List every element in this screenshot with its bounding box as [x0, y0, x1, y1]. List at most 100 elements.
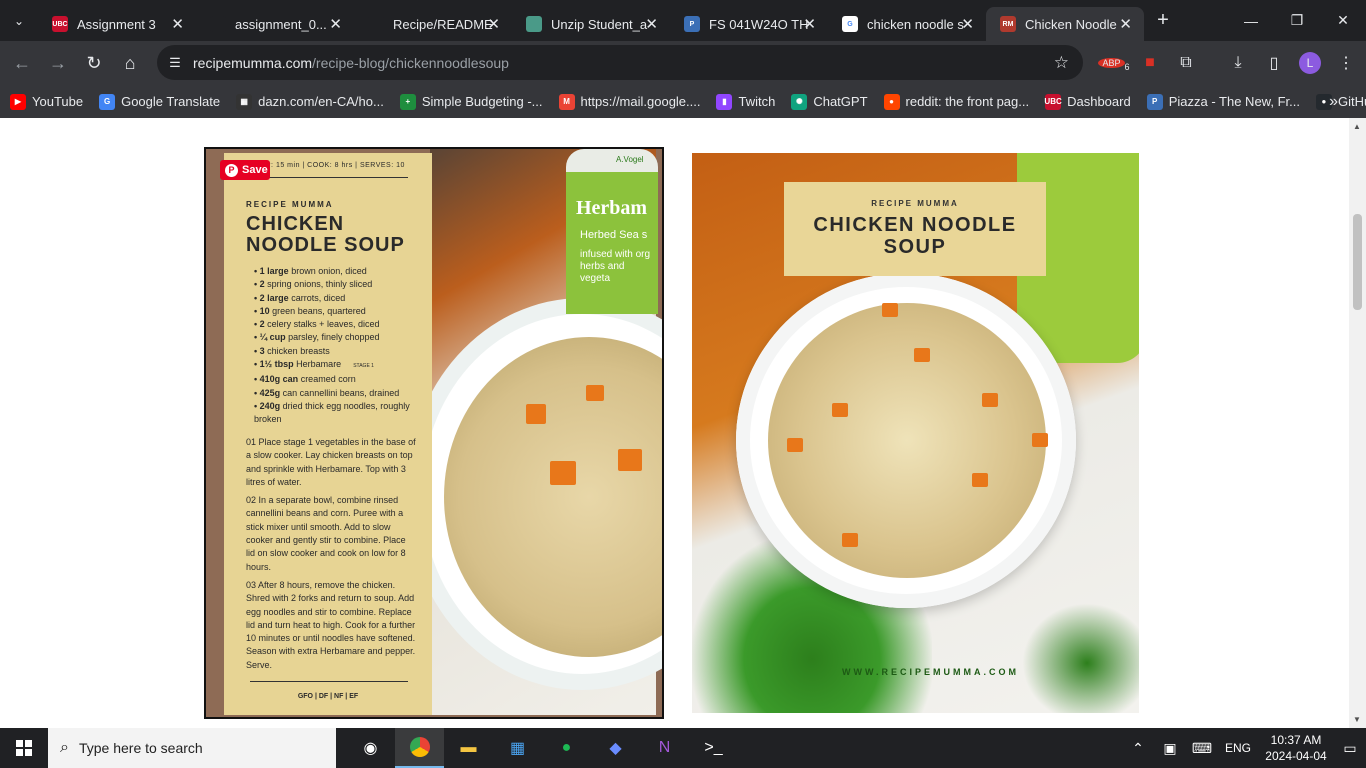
tab-close-icon[interactable]: ✕	[961, 15, 974, 33]
taskbar-search[interactable]: ⌕ Type here to search	[48, 728, 336, 768]
tab-close-icon[interactable]: ✕	[329, 15, 342, 33]
browser-tab[interactable]: assignment_0... ✕	[196, 7, 354, 41]
ingredient-item: 1½ tbsp HerbamareSTAGE 1	[254, 358, 432, 373]
windows-start-icon[interactable]	[0, 728, 48, 768]
diet-tags: GFO | DF | NF | EF	[297, 693, 359, 700]
search-placeholder: Type here to search	[78, 740, 203, 756]
pinterest-icon: P	[225, 163, 238, 177]
tab-search-chevron-icon[interactable]: ⌄	[0, 0, 38, 41]
bookmark-item[interactable]: ▦ dazn.com/en-CA/ho...	[236, 93, 384, 110]
menu-kebab-icon[interactable]: ⋮	[1328, 53, 1364, 73]
toolbar-actions: ABP 6 ■ ⧉ ⤓ ▯ L ⋮	[1096, 41, 1364, 85]
back-arrow-icon[interactable]: ←	[4, 45, 40, 81]
ingredient-item: 410g can creamed corn	[254, 373, 432, 386]
tab-title: Assignment 3	[77, 16, 156, 32]
watermark: WWW.RECIPEMUMMA.COM	[842, 667, 1019, 677]
bottle-desc: infused with org herbs and vegeta	[580, 249, 651, 284]
extensions-puzzle-icon[interactable]: ⧉	[1168, 54, 1204, 72]
hero-title-banner: RECIPE MUMMA CHICKEN NOODLE SOUP	[784, 182, 1046, 276]
camera-icon[interactable]: ▣	[1154, 740, 1186, 757]
scroll-down-icon[interactable]: ▼	[1353, 715, 1361, 724]
onenote-icon[interactable]: N	[640, 728, 689, 768]
bookmark-label: dazn.com/en-CA/ho...	[258, 94, 384, 109]
file-explorer-icon[interactable]: ▬	[444, 728, 493, 768]
soup-hero-image[interactable]: RECIPE MUMMA CHICKEN NOODLE SOUP WWW.RECI…	[692, 153, 1139, 713]
windows-taskbar: ⌕ Type here to search ◉ ▬ ▦ ● ◆ N >_ ⌃ ▣…	[0, 728, 1366, 768]
ingredient-item: 425g can cannellini beans, drained	[254, 387, 432, 400]
step-3: 03 After 8 hours, remove the chicken. Sh…	[246, 579, 416, 670]
screenshot-extension-icon[interactable]: ■	[1132, 54, 1168, 72]
new-tab-button[interactable]: +	[1144, 9, 1182, 32]
bookmark-item[interactable]: ● reddit: the front pag...	[883, 93, 1029, 110]
tab-close-icon[interactable]: ✕	[1119, 15, 1132, 33]
more-bookmarks-icon[interactable]: »	[1329, 93, 1338, 111]
bookmark-item[interactable]: UBC Dashboard	[1044, 93, 1131, 110]
restore-icon[interactable]: ❐	[1274, 0, 1320, 41]
hero-title: CHICKEN NOODLE SOUP	[813, 214, 1017, 258]
page-content: A.Vogel Herbam Herbed Sea s infused with…	[0, 118, 1349, 728]
tab-close-icon[interactable]: ✕	[171, 15, 184, 33]
bookmark-label: https://mail.google....	[580, 94, 701, 109]
keyboard-icon[interactable]: ⌨	[1186, 740, 1218, 757]
bookmark-item[interactable]: G Google Translate	[99, 93, 220, 110]
chevron-up-icon[interactable]: ⌃	[1122, 740, 1154, 757]
extension-icon[interactable]: ABP 6	[1096, 53, 1132, 73]
browser-tab[interactable]: Unzip Student_a ✕	[512, 7, 670, 41]
tab-favicon-icon: G	[842, 16, 858, 32]
scroll-thumb[interactable]	[1353, 214, 1362, 310]
bookmark-item[interactable]: ✺ ChatGPT	[791, 93, 868, 110]
minimize-icon[interactable]: —	[1228, 0, 1274, 41]
spotify-icon[interactable]: ●	[542, 728, 591, 768]
browser-tab[interactable]: P FS 041W24O TH ✕	[670, 7, 828, 41]
site-info-icon[interactable]: ☰	[157, 55, 193, 71]
clock-date: 2024-04-04	[1265, 749, 1327, 763]
bookmark-item[interactable]: + Simple Budgeting -...	[399, 93, 543, 110]
chrome-icon[interactable]	[395, 728, 444, 768]
steam-icon[interactable]: ◉	[346, 728, 395, 768]
bottle-name: Herbam	[576, 197, 648, 219]
reload-icon[interactable]: ↻	[76, 45, 112, 81]
tab-close-icon[interactable]: ✕	[645, 15, 658, 33]
tab-title: FS 041W24O TH	[709, 16, 809, 32]
close-window-icon[interactable]: ✕	[1320, 0, 1366, 41]
ingredient-item: 10 green beans, quartered	[254, 305, 432, 318]
copilot-icon[interactable]: ◆	[591, 728, 640, 768]
tab-close-icon[interactable]: ✕	[487, 15, 500, 33]
scroll-up-icon[interactable]: ▲	[1353, 122, 1361, 131]
clock[interactable]: 10:37 AM 2024-04-04	[1258, 732, 1334, 764]
browser-tab[interactable]: Gchicken noodle s ✕	[828, 7, 986, 41]
bookmark-star-icon[interactable]: ☆	[1054, 53, 1069, 73]
tab-title: Unzip Student_a	[551, 16, 648, 32]
ingredient-item: 3 chicken breasts	[254, 345, 432, 358]
browser-tab[interactable]: Recipe/README ✕	[354, 7, 512, 41]
address-bar[interactable]: ☰ recipemumma.com/recipe-blog/chickennoo…	[157, 45, 1083, 80]
terminal-icon[interactable]: >_	[689, 728, 738, 768]
tab-close-icon[interactable]: ✕	[803, 15, 816, 33]
tab-strip: ⌄ UBC Assignment 3 ✕ assignment_0... ✕ Recipe…	[0, 0, 1366, 41]
side-panel-icon[interactable]: ▯	[1256, 53, 1292, 73]
bookmark-favicon-icon: P	[1146, 93, 1163, 110]
home-icon[interactable]: ⌂	[112, 45, 148, 81]
browser-tab[interactable]: UBC Assignment 3 ✕	[38, 7, 196, 41]
language-indicator[interactable]: ENG	[1218, 741, 1258, 755]
bookmark-item[interactable]: ▶ YouTube	[10, 93, 83, 110]
notification-icon[interactable]: ▭	[1334, 740, 1366, 757]
recipe-card-image[interactable]: A.Vogel Herbam Herbed Sea s infused with…	[204, 147, 664, 719]
browser-tab[interactable]: RM Chicken Noodle ✕	[986, 7, 1144, 41]
bookmark-item[interactable]: Mhttps://mail.google....	[558, 93, 701, 110]
bookmark-item[interactable]: P Piazza - The New, Fr...	[1146, 93, 1300, 110]
download-icon[interactable]: ⤓	[1220, 54, 1256, 72]
recipe-meta: PREP: 15 min | COOK: 8 hrs | SERVES: 10	[250, 162, 405, 169]
bookmark-item[interactable]: ●GitHub	[1315, 93, 1366, 110]
bookmark-favicon-icon: ▦	[236, 93, 253, 110]
tab-favicon-icon	[210, 16, 226, 32]
bookmark-item[interactable]: ▮ Twitch	[716, 93, 775, 110]
page-scrollbar[interactable]: ▲ ▼	[1349, 118, 1366, 728]
pinterest-save-button[interactable]: P Save	[220, 160, 270, 180]
bookmark-label: Piazza - The New, Fr...	[1168, 94, 1300, 109]
window-controls: — ❐ ✕	[1228, 0, 1366, 41]
forward-arrow-icon[interactable]: →	[40, 45, 76, 81]
microsoft-store-icon[interactable]: ▦	[493, 728, 542, 768]
profile-avatar[interactable]: L	[1299, 52, 1321, 74]
hero-brand: RECIPE MUMMA	[871, 199, 959, 208]
